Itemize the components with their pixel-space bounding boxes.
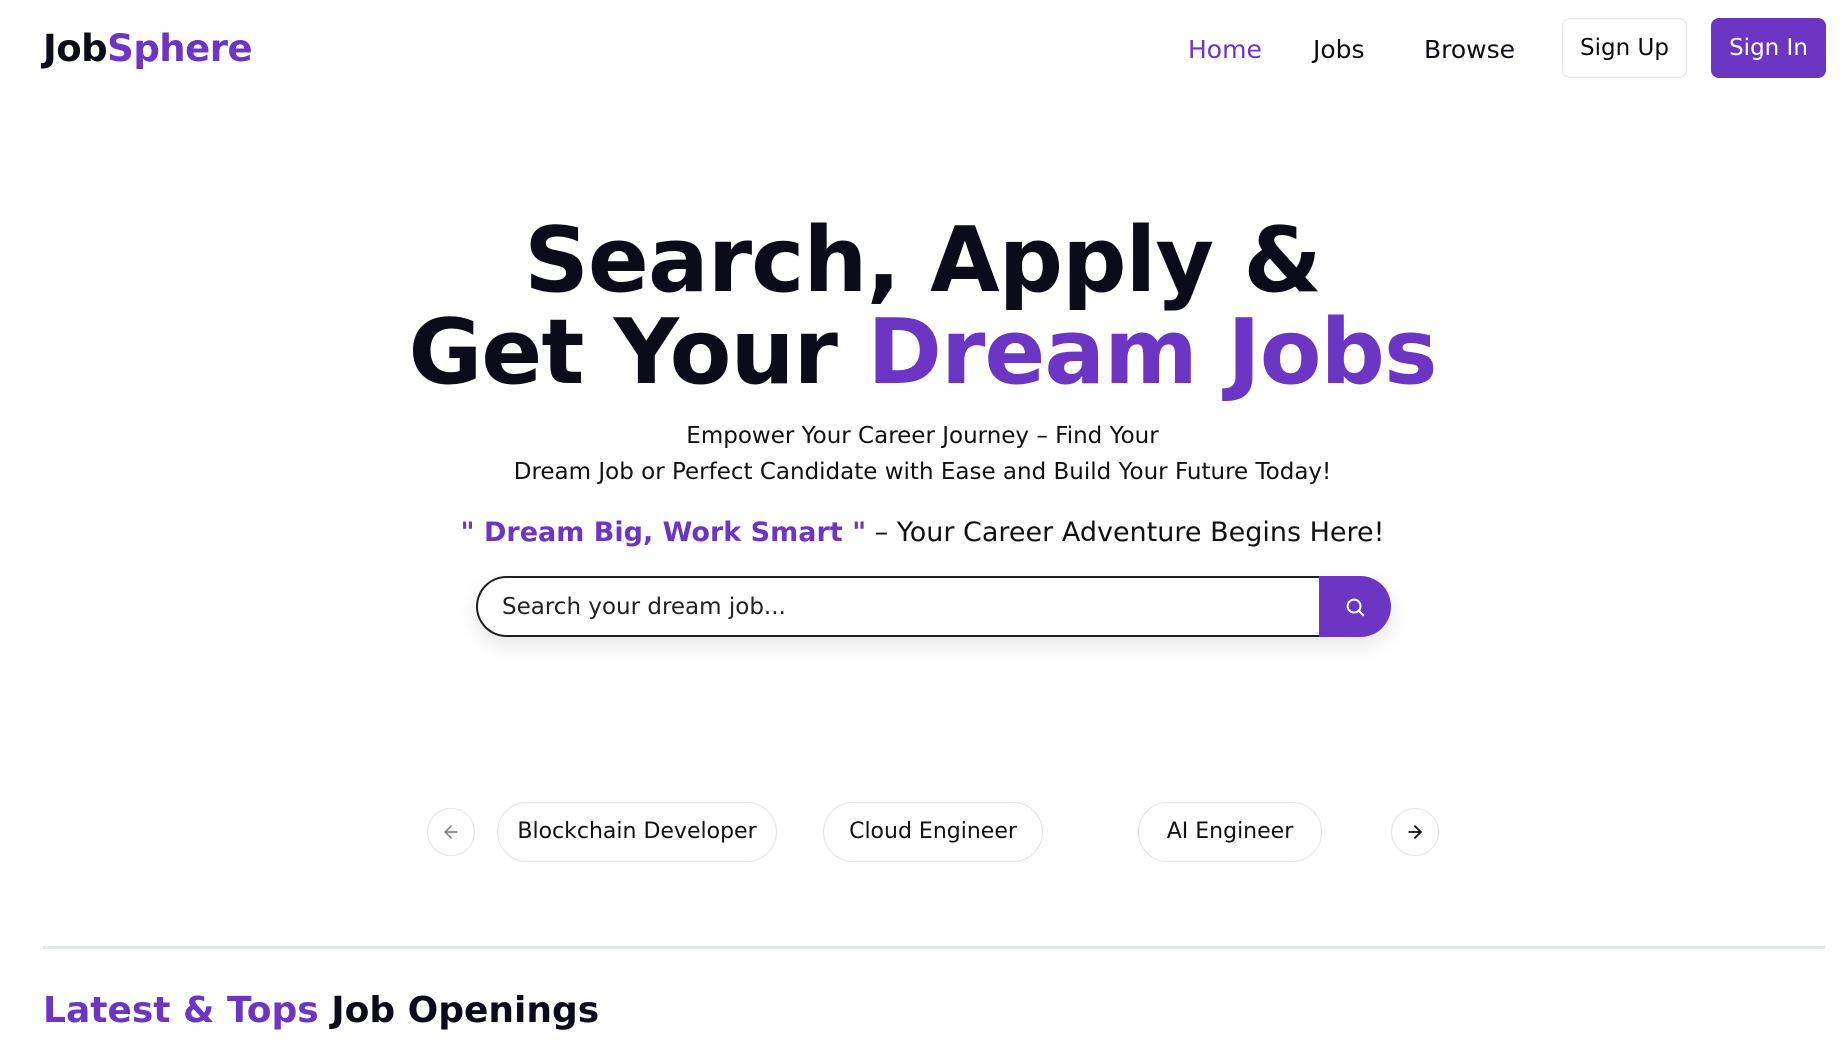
logo[interactable]: JobSphere [43, 26, 253, 72]
category-chip[interactable]: Cloud Engineer [823, 802, 1043, 862]
navbar: JobSphere Home Jobs Browse Sign Up Sign … [0, 0, 1845, 100]
hero-subtitle-line-1: Empower Your Career Journey – Find Your [686, 423, 1159, 449]
hero-tagline: " Dream Big, Work Smart " – Your Career … [0, 515, 1845, 551]
tagline-quote: " Dream Big, Work Smart " [460, 517, 867, 548]
hero-title-highlight: Dream Jobs [867, 300, 1437, 405]
nav-link-home[interactable]: Home [1188, 32, 1262, 68]
category-chip[interactable]: Blockchain Developer [497, 802, 777, 862]
hero-title-line-1: Search, Apply & [524, 208, 1322, 313]
sign-in-button[interactable]: Sign In [1711, 18, 1826, 78]
section-divider [43, 946, 1825, 949]
category-chip[interactable]: AI Engineer [1138, 802, 1322, 862]
search-button[interactable] [1319, 576, 1391, 637]
search-bar [476, 576, 1391, 637]
search-icon [1346, 598, 1365, 616]
hero-title-line-2: Get Your Dream Jobs [0, 307, 1845, 399]
hero-subtitle: Empower Your Career Journey – Find Your … [0, 418, 1845, 490]
carousel-next-button[interactable] [1391, 808, 1439, 856]
carousel-prev-button[interactable] [427, 808, 475, 856]
latest-jobs-heading-text: Job Openings [318, 990, 600, 1031]
nav-link-browse[interactable]: Browse [1424, 32, 1515, 68]
logo-text-sphere: Sphere [107, 27, 253, 70]
hero-title-line-2-dark: Get Your [408, 300, 868, 405]
logo-text-job: Job [43, 27, 108, 70]
tagline-text: – Your Career Adventure Begins Here! [866, 517, 1385, 548]
latest-jobs-heading-accent: Latest & Tops [43, 990, 319, 1031]
hero-title: Search, Apply & Get Your Dream Jobs [0, 215, 1845, 399]
nav-link-jobs[interactable]: Jobs [1313, 32, 1365, 68]
sign-up-button[interactable]: Sign Up [1562, 18, 1687, 78]
arrow-right-icon [1408, 825, 1422, 839]
arrow-left-icon [444, 825, 458, 839]
latest-jobs-heading: Latest & Tops Job Openings [43, 988, 599, 1034]
page: JobSphere Home Jobs Browse Sign Up Sign … [0, 0, 1845, 1051]
search-input[interactable] [476, 576, 1321, 637]
hero-subtitle-line-2: Dream Job or Perfect Candidate with Ease… [513, 459, 1332, 485]
